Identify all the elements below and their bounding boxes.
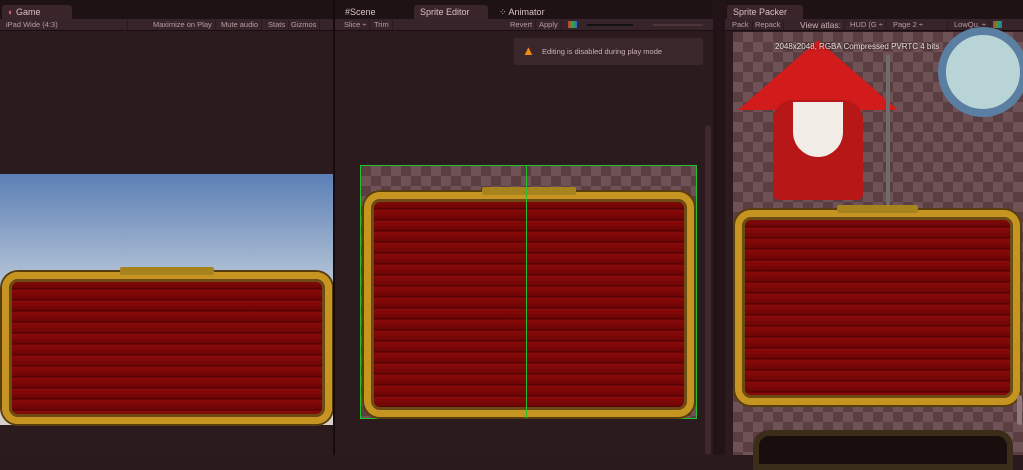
view-atlas-label: View atlas: [797, 20, 845, 30]
tab-label: Scene [350, 7, 376, 17]
tab-game[interactable]: ◐ Game [2, 5, 72, 19]
apply-button[interactable]: Apply [536, 20, 562, 30]
tab-sprite-packer[interactable]: Sprite Packer [727, 5, 803, 19]
slice-dropdown[interactable]: Slice ÷ [341, 20, 371, 30]
warning-icon: ▲ [522, 43, 535, 58]
game-icon: ◐ [8, 7, 16, 17]
warning-notice: ▲ Editing is disabled during play mode [514, 38, 703, 65]
zoom-slider[interactable] [587, 24, 633, 26]
pack-button[interactable]: Pack [729, 20, 753, 30]
sprite-canvas [360, 165, 697, 419]
sprite-editor-panel: #Scene Sprite Editor ⁘ Animator Slice ÷ … [335, 0, 713, 455]
mip-slider[interactable] [653, 24, 703, 26]
divider[interactable] [713, 0, 725, 455]
aspect-dropdown[interactable]: iPad Wide (4:3) [3, 20, 128, 30]
atlas-dropdown[interactable]: HUD (G ÷ [847, 20, 887, 30]
tab-animator[interactable]: ⁘ Animator [493, 5, 551, 19]
gizmos-dropdown[interactable]: Gizmos [288, 20, 321, 30]
editor-toolbar: Slice ÷ Trim Revert Apply [335, 19, 713, 31]
animator-icon: ⁘ [499, 7, 509, 17]
editor-tabbar: #Scene Sprite Editor ⁘ Animator [335, 0, 713, 19]
game-viewport [0, 174, 333, 425]
page-dropdown[interactable]: Page 2 ÷ [890, 20, 948, 30]
repack-button[interactable]: Repack [752, 20, 785, 30]
mute-audio-toggle[interactable]: Mute audio [218, 20, 263, 30]
sprite-image [364, 187, 694, 417]
atlas-preview: 2048x2048, RGBA Compressed PVRTC 4 bits [733, 27, 1023, 470]
slice-line[interactable] [526, 166, 527, 418]
tab-scene[interactable]: #Scene [339, 5, 382, 19]
color-channel-icon[interactable] [993, 21, 1002, 28]
maximize-on-play-toggle[interactable]: Maximize on Play [150, 20, 216, 30]
game-toolbar: iPad Wide (4:3) Maximize on Play Mute au… [0, 19, 333, 31]
tab-sprite-editor[interactable]: Sprite Editor [414, 5, 488, 19]
color-channel-icon[interactable] [568, 21, 577, 28]
hud-frame-image [2, 267, 332, 424]
packer-tabbar: Sprite Packer [725, 0, 1023, 19]
tab-label: Animator [508, 7, 545, 17]
packer-scrollbar[interactable] [1017, 395, 1022, 425]
revert-button[interactable]: Revert [507, 20, 537, 30]
frame-sprite-partial [753, 430, 1013, 470]
tab-label: Game [15, 7, 41, 17]
atlas-info-text: 2048x2048, RGBA Compressed PVRTC 4 bits [775, 42, 940, 51]
hud-frame-sprite [735, 205, 1020, 405]
trim-button[interactable]: Trim [371, 20, 393, 30]
stats-toggle[interactable]: Stats [265, 20, 290, 30]
sprite-packer-panel: Sprite Packer Pack Repack View atlas: HU… [725, 0, 1023, 470]
game-tabbar: ◐ Game [0, 0, 333, 19]
editor-scrollbar[interactable] [705, 125, 711, 455]
mirror-sprite [938, 27, 1023, 117]
game-panel: ◐ Game iPad Wide (4:3) Maximize on Play … [0, 0, 333, 455]
warning-text: Editing is disabled during play mode [542, 47, 663, 56]
wizard-sprite [738, 40, 898, 205]
